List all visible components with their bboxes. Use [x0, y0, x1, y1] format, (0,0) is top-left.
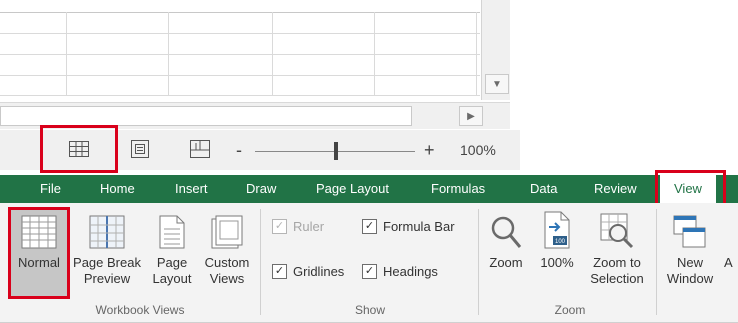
show-group-label: Show [354, 303, 386, 317]
zoom-level[interactable]: 100% [460, 142, 496, 158]
page-break-preview-view-button[interactable] [185, 134, 215, 164]
checkbox-checked-icon: ✓ [272, 264, 287, 279]
tab-draw[interactable]: Draw [246, 175, 276, 203]
group-divider [260, 209, 261, 315]
page-break-preview-button[interactable]: Page Break Preview [72, 209, 142, 287]
zoom-in-button[interactable]: + [424, 140, 435, 161]
zoom-to-selection-button[interactable]: Zoom to Selection [584, 209, 650, 287]
arrange-all-button-partial[interactable]: A [724, 255, 738, 271]
page-layout-button[interactable]: Page Layout [148, 209, 196, 287]
zoom-100-button[interactable]: 100 100% [536, 209, 578, 271]
zoom-button[interactable]: Zoom [484, 209, 528, 271]
ribbon-view-panel: Normal Page Break Preview Page Layout Cu… [0, 203, 738, 323]
tab-formulas[interactable]: Formulas [431, 175, 485, 203]
grid-col-line [374, 12, 375, 96]
group-divider [656, 209, 657, 315]
page-break-icon [190, 140, 210, 158]
ruler-label: Ruler [293, 219, 325, 234]
tab-page-layout[interactable]: Page Layout [316, 175, 389, 203]
zoom-out-button[interactable]: - [236, 140, 242, 161]
new-window-icon [673, 215, 706, 248]
checkbox-checked-icon: ✓ [272, 219, 287, 234]
custom-views-label-1: Custom [204, 255, 250, 270]
zoom-slider-thumb[interactable] [334, 142, 338, 160]
grid-row-line [0, 54, 480, 55]
grid-row-line [0, 75, 480, 76]
zoom-label: Zoom [489, 255, 523, 270]
tab-data[interactable]: Data [530, 175, 557, 203]
magnifier-icon [491, 216, 522, 248]
ruler-checkbox[interactable]: ✓ Ruler [272, 219, 324, 234]
checkbox-checked-icon: ✓ [362, 219, 377, 234]
horizontal-scrollbar[interactable] [0, 106, 412, 126]
page-layout-icon [131, 140, 149, 158]
highlight-box-normal-view-status [40, 125, 118, 173]
formula-bar-label: Formula Bar [383, 219, 455, 234]
triangle-right-icon: ▶ [467, 110, 475, 122]
grid-col-line [66, 12, 67, 96]
gridlines-checkbox[interactable]: ✓ Gridlines [272, 264, 344, 279]
headings-label: Headings [383, 264, 438, 279]
page-break-preview-icon [89, 215, 125, 249]
new-window-label-1: New [676, 255, 703, 270]
workbook-views-group-label: Workbook Views [95, 303, 185, 317]
page-layout-view-button[interactable] [125, 134, 155, 164]
page-break-preview-label-1: Page Break [73, 255, 141, 270]
formula-bar-checkbox[interactable]: ✓ Formula Bar [362, 219, 455, 234]
vertical-scrollbar[interactable]: ▼ [481, 0, 510, 100]
checkbox-checked-icon: ✓ [362, 264, 377, 279]
grid-row-line [0, 95, 480, 96]
custom-views-label-2: Views [209, 271, 245, 286]
page-layout-label-1: Page [156, 255, 188, 270]
grid-row-line [0, 33, 480, 34]
tab-insert[interactable]: Insert [175, 175, 208, 203]
zoom-to-selection-icon [600, 213, 634, 249]
gridlines-label: Gridlines [293, 264, 345, 279]
highlight-box-normal-button [8, 207, 70, 299]
tab-file[interactable]: File [40, 175, 61, 203]
ribbon-tabs: File Home Insert Draw Page Layout Formul… [0, 175, 738, 203]
page-layout-ribbon-icon [159, 215, 185, 249]
tab-home[interactable]: Home [100, 175, 135, 203]
scroll-down-button[interactable]: ▼ [485, 74, 509, 94]
grid-col-line [476, 12, 477, 96]
zoom-100-label: 100% [540, 255, 574, 270]
zoom-100-icon: 100 [544, 211, 570, 249]
group-divider [478, 209, 479, 315]
headings-checkbox[interactable]: ✓ Headings [362, 264, 438, 279]
triangle-down-icon: ▼ [492, 78, 502, 90]
custom-views-icon [211, 215, 243, 249]
zoom-to-selection-label-2: Selection [590, 271, 644, 286]
new-window-button[interactable]: New Window [662, 209, 718, 287]
grid-col-line [272, 12, 273, 96]
zoom-to-selection-label-1: Zoom to [593, 255, 641, 270]
new-window-label-2: Window [666, 271, 714, 286]
tab-review[interactable]: Review [594, 175, 637, 203]
grid-col-line [168, 12, 169, 96]
custom-views-button[interactable]: Custom Views [198, 209, 256, 287]
page-break-preview-label-2: Preview [83, 271, 131, 286]
zoom-100-icon-text: 100 [555, 239, 566, 245]
cell-grid[interactable] [0, 12, 480, 96]
page-layout-label-2: Layout [152, 271, 192, 286]
scroll-right-button[interactable]: ▶ [459, 106, 483, 126]
zoom-group-label: Zoom [554, 303, 586, 317]
